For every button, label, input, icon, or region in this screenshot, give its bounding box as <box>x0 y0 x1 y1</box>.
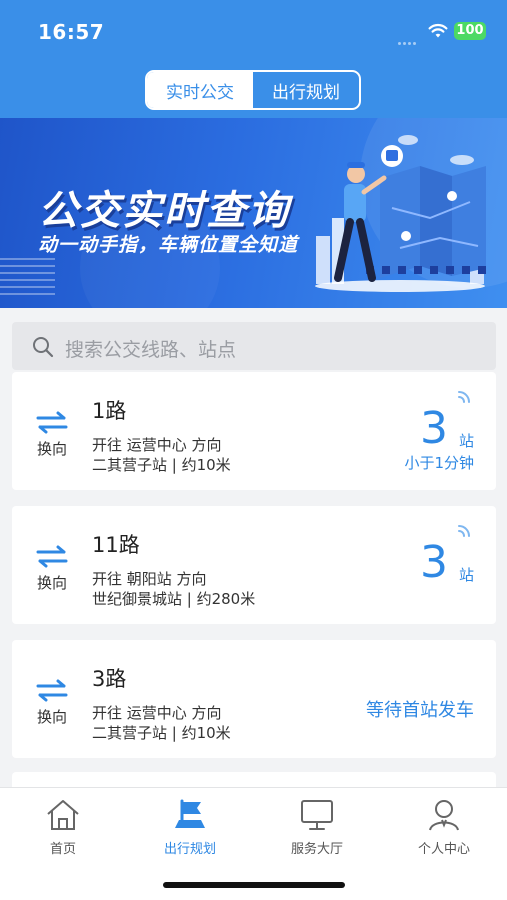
banner-title: 公交实时查询 <box>38 188 290 234</box>
wifi-icon <box>428 23 448 38</box>
tab-profile[interactable]: 个人中心 <box>394 798 494 857</box>
swap-label: 换向 <box>36 708 67 726</box>
flag-icon <box>175 799 205 828</box>
swap-label: 换向 <box>36 574 67 592</box>
tab-home-label: 首页 <box>49 842 76 857</box>
nearby-stop: 世纪御景城站 | 约280米 <box>92 590 256 608</box>
stops-unit: 站 <box>459 566 475 584</box>
swap-icon <box>36 679 68 702</box>
tab-service-hall[interactable]: 服务大厅 <box>267 798 367 857</box>
home-icon <box>47 800 79 830</box>
route-direction: 开往 朝阳站 方向 <box>92 570 207 588</box>
search-bar[interactable]: 搜索公交线路、站点 <box>12 322 496 370</box>
route-name: 3路 <box>92 667 127 691</box>
status-time: 16:57 <box>38 20 105 44</box>
home-indicator[interactable] <box>163 882 345 888</box>
nearby-stop: 二其营子站 | 约10米 <box>92 456 231 474</box>
tab-home[interactable]: 首页 <box>13 798 113 857</box>
tab-trip-planner-label: 出行规划 <box>163 842 216 857</box>
route-direction: 开往 运营中心 方向 <box>92 704 222 722</box>
promo-banner[interactable]: 公交实时查询 动一动手指，车辆位置全知道 <box>0 118 507 308</box>
stops-away-count: 3 <box>420 537 448 588</box>
route-card[interactable]: 换向 1路 开往 运营中心 方向 二其营子站 | 约10米 3 站 小于1分钟 <box>12 372 496 490</box>
stops-away-count: 3 <box>420 403 448 454</box>
cellular-signal-icon <box>398 30 420 45</box>
nearby-stop: 二其营子站 | 约10米 <box>92 724 231 742</box>
battery-indicator: 100 <box>454 22 486 40</box>
realtime-signal-icon <box>458 391 470 403</box>
swap-direction-button[interactable]: 换向 <box>34 678 70 727</box>
swap-icon <box>36 411 68 434</box>
tab-realtime-bus[interactable]: 实时公交 <box>147 72 253 108</box>
status-bar: 16:57 100 <box>0 18 507 46</box>
banner-subtitle: 动一动手指，车辆位置全知道 <box>38 234 299 256</box>
swap-icon <box>36 545 68 568</box>
route-direction: 开往 运营中心 方向 <box>92 436 222 454</box>
realtime-signal-icon <box>458 525 470 537</box>
route-card[interactable]: 换向 11路 开往 朝阳站 方向 世纪御景城站 | 约280米 3 站 <box>12 506 496 624</box>
swap-direction-button[interactable]: 换向 <box>34 544 70 593</box>
tab-trip-planning[interactable]: 出行规划 <box>253 72 359 108</box>
arrival-eta: 小于1分钟 <box>404 454 474 472</box>
tab-profile-label: 个人中心 <box>417 842 470 857</box>
banner-decoration <box>0 258 55 308</box>
tab-service-hall-label: 服务大厅 <box>290 842 343 857</box>
route-name: 1路 <box>92 399 127 423</box>
route-card[interactable]: 换向 3路 开往 运营中心 方向 二其营子站 | 约10米 等待首站发车 <box>12 640 496 758</box>
mode-segmented-control: 实时公交 出行规划 <box>145 70 361 110</box>
user-icon <box>429 800 459 831</box>
search-placeholder: 搜索公交线路、站点 <box>65 339 237 361</box>
waiting-departure-status: 等待首站发车 <box>366 700 474 721</box>
stops-unit: 站 <box>459 432 475 450</box>
swap-label: 换向 <box>36 440 67 458</box>
monitor-icon <box>301 800 333 830</box>
tab-trip-planner[interactable]: 出行规划 <box>140 798 240 857</box>
search-icon <box>33 337 54 358</box>
app-header: 16:57 100 实时公交 出行规划 <box>0 0 507 118</box>
swap-direction-button[interactable]: 换向 <box>34 410 70 459</box>
route-name: 11路 <box>92 533 140 557</box>
